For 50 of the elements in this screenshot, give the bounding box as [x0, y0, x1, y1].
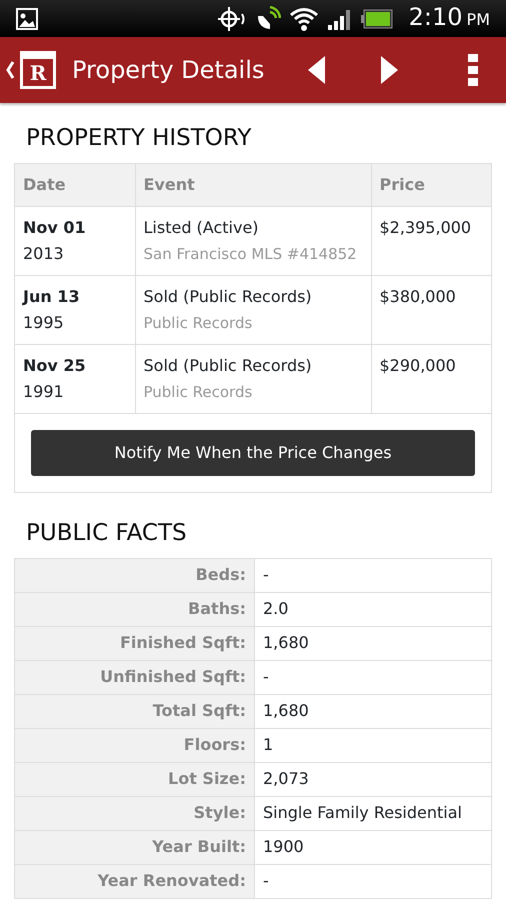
fact-value: Single Family Residential	[254, 796, 492, 830]
fact-value: -	[254, 864, 492, 898]
clock-period: PM	[466, 9, 490, 31]
next-icon[interactable]	[380, 56, 398, 84]
fact-value: -	[254, 558, 492, 592]
date-text: Nov 25	[23, 355, 87, 378]
year-text: 1995	[23, 312, 65, 334]
fact-label: Baths:	[14, 592, 254, 626]
fact-label: Lot Size:	[14, 762, 254, 796]
clock-time: 2:10	[408, 5, 463, 29]
fact-label: Year Built:	[14, 830, 254, 864]
event-text: Sold (Public Records)	[144, 355, 313, 378]
event-text: Sold (Public Records)	[144, 286, 313, 308]
battery-icon	[360, 8, 393, 28]
column-header: Price	[371, 164, 491, 207]
previous-icon[interactable]	[308, 56, 326, 84]
back-icon	[4, 59, 16, 81]
image-icon	[16, 8, 38, 30]
fact-label: Finished Sqft:	[14, 626, 254, 660]
logo: R	[20, 51, 56, 89]
source-text: Public Records	[144, 382, 254, 404]
source-text: Public Records	[144, 313, 254, 334]
date-text: Jun 13	[23, 286, 81, 308]
fact-label: Floors:	[14, 728, 254, 762]
column-header: Event	[135, 164, 371, 207]
fact-value: 2.0	[254, 592, 492, 626]
fact-label: Beds:	[14, 558, 254, 592]
fact-label: Year Renovated:	[14, 864, 254, 898]
menu-icon[interactable]	[468, 54, 478, 86]
fact-value: 1,680	[254, 694, 492, 728]
fact-value: 1,680	[254, 626, 492, 660]
source-text: San Francisco MLS #414852	[144, 244, 358, 266]
column-header: Date	[15, 164, 135, 207]
gps-icon	[216, 6, 247, 32]
wifi-icon	[288, 6, 319, 32]
fact-value: 1	[254, 728, 492, 762]
section-title: PROPERTY HISTORY	[25, 124, 252, 153]
fact-value: -	[254, 660, 492, 694]
date-text: Nov 01	[23, 217, 87, 240]
fact-value: 2,073	[254, 762, 492, 796]
fact-label: Total Sqft:	[14, 694, 254, 728]
year-text: 2013	[23, 243, 65, 266]
fact-label: Unfinished Sqft:	[14, 660, 254, 694]
fact-value: 1900	[254, 830, 492, 864]
year-text: 1991	[23, 381, 65, 404]
section-title: PUBLIC FACTS	[25, 519, 188, 548]
fact-label: Style:	[14, 796, 254, 830]
app-title: Property Details	[72, 55, 264, 86]
notify-button[interactable]: Notify Me When the Price Changes	[31, 430, 475, 476]
event-text: Listed (Active)	[144, 217, 260, 240]
